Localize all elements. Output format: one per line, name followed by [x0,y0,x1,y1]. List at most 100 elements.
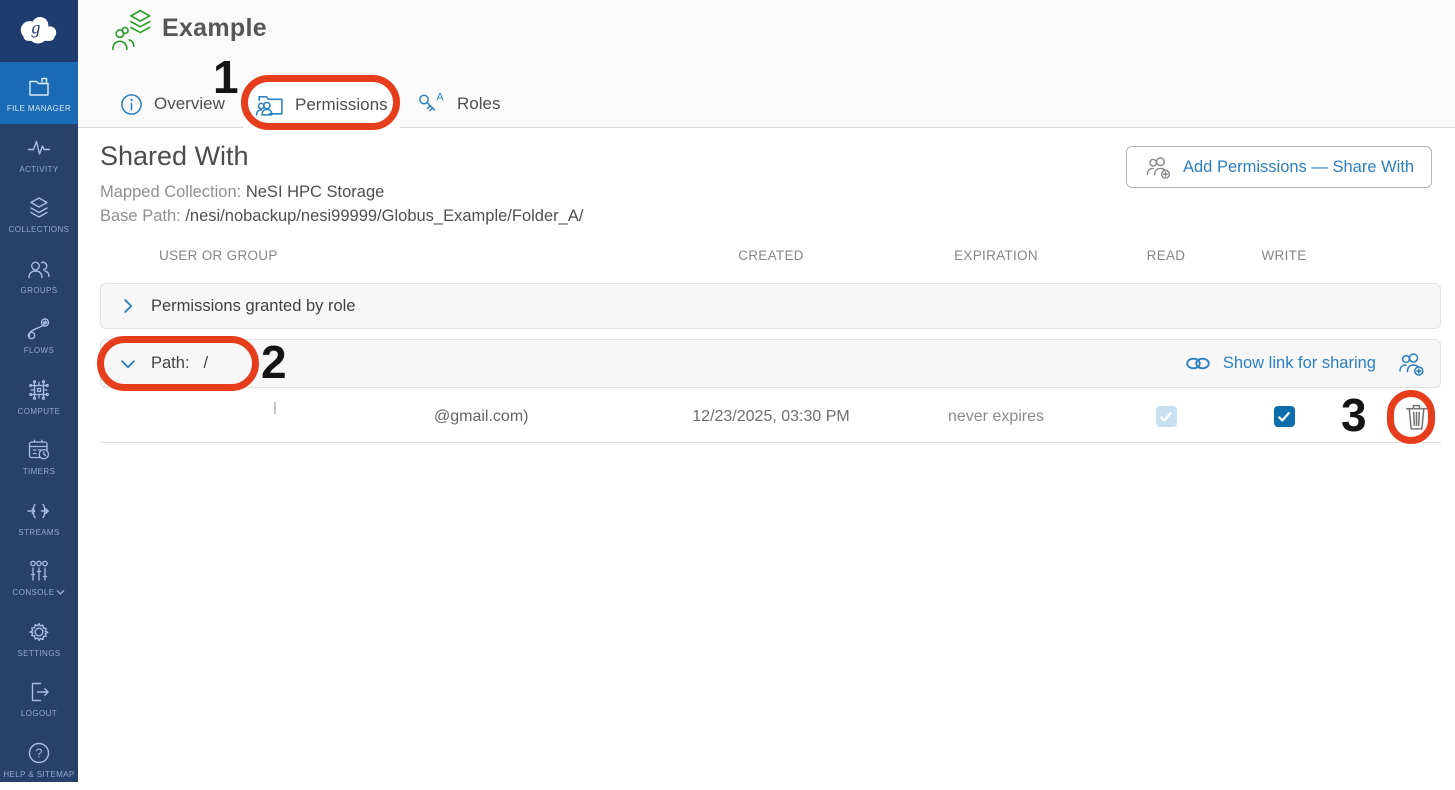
sidebar: g FILE MANAGER ACTIVITY COLLECTIONS [0,0,78,782]
delete-permission-button[interactable] [1404,402,1429,432]
collections-icon [26,195,52,221]
sidebar-item-label: TIMERS [23,467,56,476]
add-permissions-label: Add Permissions — Share With [1183,158,1414,177]
sidebar-item-activity[interactable]: ACTIVITY [0,124,78,185]
folder-icon [26,74,52,100]
timers-icon [26,437,52,463]
check-icon [1159,411,1173,423]
mapped-collection-value: NeSI HPC Storage [246,183,384,201]
chevron-right-icon [117,295,139,317]
sidebar-item-label: ACTIVITY [19,165,58,174]
tab-roles[interactable]: A Roles [404,81,512,127]
tab-permissions[interactable]: Permissions [243,81,400,128]
role-permissions-group-row[interactable]: Permissions granted by role [100,283,1441,329]
base-path-line: Base Path: /nesi/nobackup/nesi99999/Glob… [100,207,583,226]
sidebar-item-streams[interactable]: STREAMS [0,487,78,548]
trash-icon [1404,402,1429,432]
sidebar-item-logout[interactable]: LOGOUT [0,669,78,730]
permission-created: 12/23/2025, 03:30 PM [661,408,881,426]
collection-title: Example [162,14,267,43]
path-value: / [204,354,209,373]
add-people-icon [1144,155,1172,180]
check-icon [1277,411,1291,423]
header-actions [1347,248,1441,263]
table-header-row: USER OR GROUP CREATED EXPIRATION READ WR… [100,248,1441,263]
sidebar-item-label: COMPUTE [18,407,61,416]
sidebar-item-console-text: CONSOLE [13,588,55,597]
chevron-down-icon [117,353,139,375]
sidebar-item-label: FILE MANAGER [7,104,71,113]
streams-icon [26,498,52,524]
chevron-down-icon [56,589,65,596]
compute-icon [26,377,52,403]
svg-text:g: g [31,18,40,38]
globus-app: g FILE MANAGER ACTIVITY COLLECTIONS [0,0,1455,790]
sidebar-item-label: STREAMS [18,528,59,537]
svg-text:A: A [436,92,444,104]
collection-header: Example Overview Permissions A Roles [78,0,1455,128]
key-icon: A [416,91,446,117]
path-label: Path: [151,354,190,373]
base-path-value: /nesi/nobackup/nesi99999/Globus_Example/… [185,207,583,225]
path-group-row[interactable]: Path: / Show link for sharing [100,339,1441,388]
redacted-text-mark [274,402,276,414]
tab-label: Overview [154,94,225,114]
expand-role-group-button[interactable] [117,295,139,317]
tab-label: Roles [457,94,500,114]
header-write: WRITE [1221,248,1347,263]
permission-write-cell [1221,406,1347,428]
sidebar-item-timers[interactable]: TIMERS [0,427,78,488]
sidebar-item-console[interactable]: CONSOLE [0,548,78,609]
permission-row: @gmail.com) 12/23/2025, 03:30 PM never e… [100,392,1441,443]
sidebar-item-label: LOGOUT [21,709,57,718]
console-icon [26,558,52,584]
permission-read-cell [1111,406,1221,428]
globus-logo[interactable]: g [0,0,78,62]
header-user-or-group: USER OR GROUP [100,248,661,263]
read-checkbox[interactable] [1156,406,1177,427]
sidebar-item-label: FLOWS [24,346,54,355]
header-read: READ [1111,248,1221,263]
collapse-path-group-button[interactable] [117,353,139,375]
sidebar-item-label: GROUPS [20,286,57,295]
base-path-label: Base Path: [100,207,181,225]
header-created: CREATED [661,248,881,263]
sidebar-item-settings[interactable]: SETTINGS [0,608,78,669]
mapped-collection-line: Mapped Collection: NeSI HPC Storage [100,183,384,202]
show-link-for-sharing[interactable]: Show link for sharing [1185,354,1376,373]
tab-overview[interactable]: Overview [108,81,237,127]
logout-icon [26,679,52,705]
sidebar-item-label: CONSOLE [13,588,66,597]
globus-cloud-icon: g [14,12,64,50]
sidebar-item-label: COLLECTIONS [9,225,70,234]
mapped-collection-label: Mapped Collection: [100,183,241,201]
header-expiration: EXPIRATION [881,248,1111,263]
link-icon [1185,356,1212,371]
write-checkbox[interactable] [1274,406,1295,427]
tab-label: Permissions [295,95,388,115]
help-icon: ? [26,740,52,766]
sidebar-item-label: HELP & SITEMAP [3,770,74,779]
sidebar-item-help-sitemap[interactable]: ? HELP & SITEMAP [0,729,78,790]
groups-icon [26,256,52,282]
add-people-icon [1397,351,1425,377]
gear-icon [26,619,52,645]
show-link-label: Show link for sharing [1223,354,1376,373]
page-title: Shared With [100,141,249,172]
sidebar-item-flows[interactable]: FLOWS [0,306,78,367]
sidebar-item-file-manager[interactable]: FILE MANAGER [0,62,78,124]
permission-expiration: never expires [881,408,1111,426]
permission-actions-cell [1347,402,1441,432]
flows-icon [26,316,52,342]
add-permissions-button[interactable]: Add Permissions — Share With [1126,146,1432,188]
sidebar-item-compute[interactable]: COMPUTE [0,366,78,427]
info-icon [120,93,143,116]
role-group-label: Permissions granted by role [151,297,356,316]
activity-icon [26,135,52,161]
sidebar-item-collections[interactable]: COLLECTIONS [0,185,78,246]
sidebar-item-groups[interactable]: GROUPS [0,245,78,306]
folder-people-icon [255,92,284,117]
sidebar-item-label: SETTINGS [17,649,60,658]
guest-collection-icon [111,8,157,54]
path-add-permission-button[interactable] [1397,351,1425,377]
